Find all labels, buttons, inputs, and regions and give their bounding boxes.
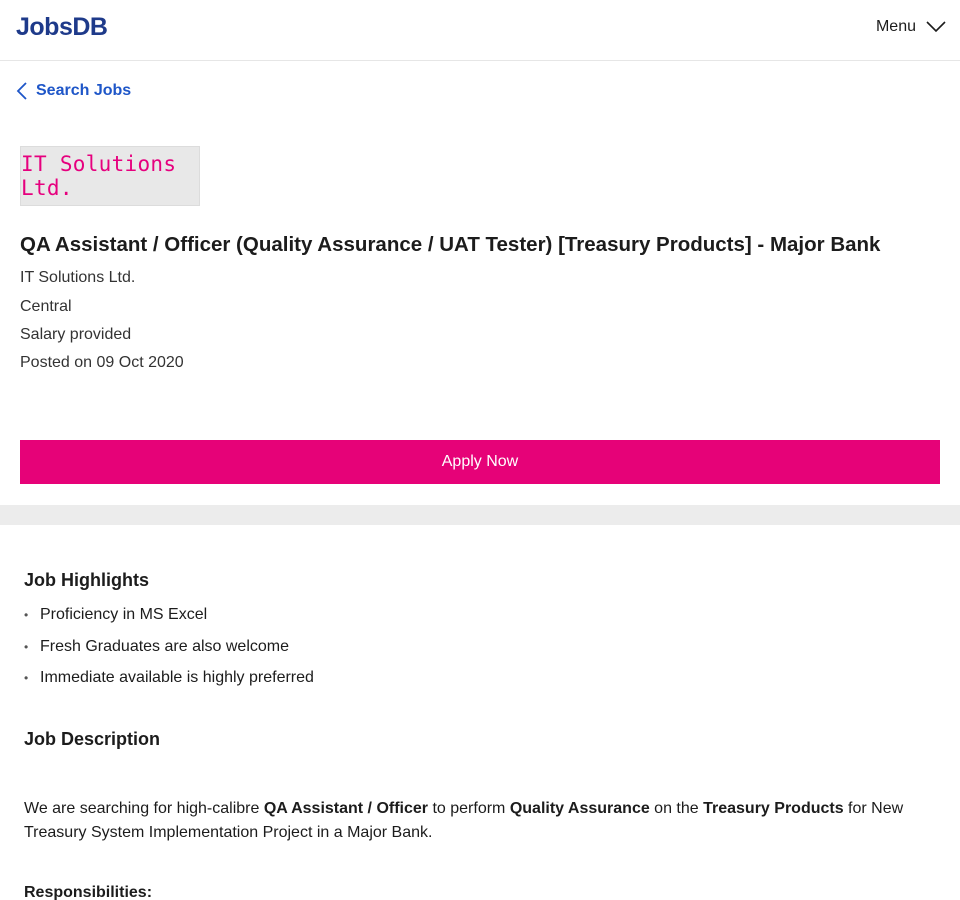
job-highlights-title: Job Highlights: [24, 570, 149, 590]
chevron-left-icon: [16, 82, 27, 100]
desc-bold-qa: Quality Assurance: [509, 800, 650, 817]
salary-info: Salary provided: [20, 326, 132, 343]
company-logo-text: IT Solutions Ltd.: [21, 152, 177, 200]
desc-text: to perform: [428, 800, 510, 817]
apply-now-button[interactable]: Apply Now: [20, 440, 940, 484]
highlight-item: Proficiency in MS Excel: [24, 604, 314, 636]
job-highlights-list: Proficiency in MS Excel Fresh Graduates …: [24, 604, 314, 699]
company-name[interactable]: IT Solutions Ltd.: [20, 269, 135, 287]
logo-text: JobsDB: [16, 12, 108, 41]
job-location: Central: [20, 298, 72, 315]
menu-label: Menu: [875, 18, 916, 35]
responsibilities-heading: Responsibilities:: [24, 884, 153, 900]
back-to-search-link[interactable]: Search Jobs: [16, 82, 131, 100]
desc-text: We are searching for high-calibre: [24, 800, 264, 817]
highlight-item: Fresh Graduates are also welcome: [24, 636, 314, 668]
menu-button[interactable]: Menu: [876, 18, 946, 36]
back-link-label: Search Jobs: [36, 82, 132, 99]
chevron-down-icon: [926, 21, 946, 33]
jobsdb-logo[interactable]: JobsDB: [16, 12, 108, 41]
desc-bold-products: Treasury Products: [703, 800, 844, 817]
job-description-title: Job Description: [24, 729, 161, 749]
top-bar: JobsDB Menu: [0, 0, 960, 61]
company-logo: IT Solutions Ltd.: [20, 146, 200, 206]
desc-bold-role: QA Assistant / Officer: [263, 800, 429, 817]
highlight-item: Immediate available is highly preferred: [24, 667, 314, 699]
desc-text: on the: [649, 800, 704, 817]
job-description-text: We are searching for high-calibre QA Ass…: [24, 797, 924, 845]
posted-date: Posted on 09 Oct 2020: [20, 354, 184, 371]
job-title: QA Assistant / Officer (Quality Assuranc…: [20, 233, 881, 256]
section-divider: [0, 505, 960, 525]
